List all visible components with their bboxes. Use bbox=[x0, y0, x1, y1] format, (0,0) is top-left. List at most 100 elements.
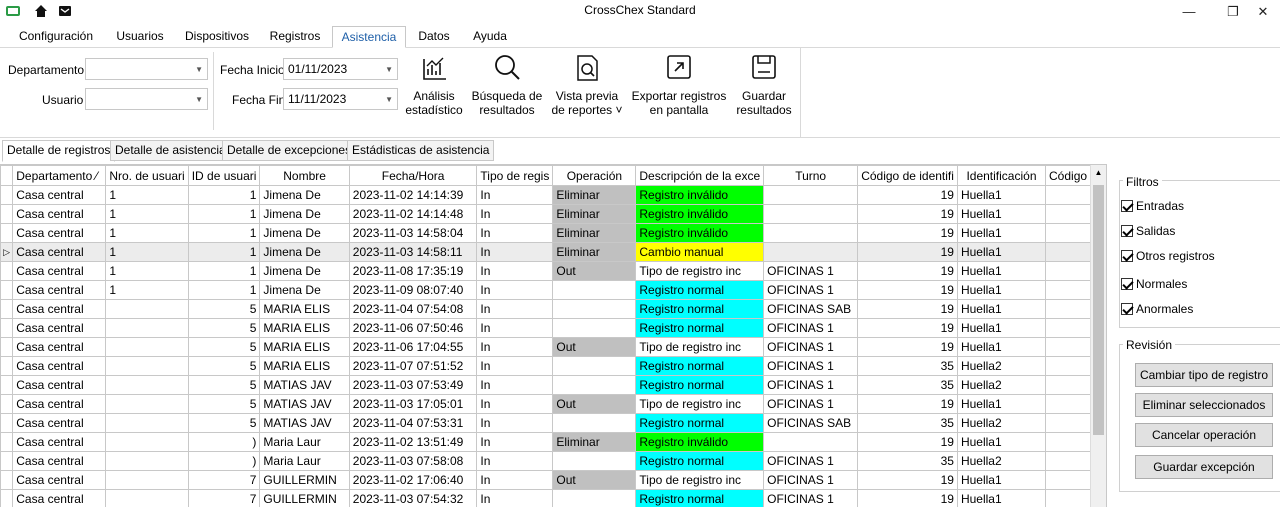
column-header[interactable]: Operación bbox=[552, 165, 637, 186]
export-icon bbox=[667, 55, 691, 79]
checkbox-label: Salidas bbox=[1136, 224, 1176, 238]
table-row[interactable]: Casa central 5 MATIAS JAV 2023-11-04 07:53:… bbox=[0, 413, 1106, 433]
table-cell-nro bbox=[105, 318, 189, 338]
table-cell-fecha: 2023-11-03 07:54:32 bbox=[348, 489, 478, 507]
row-header[interactable] bbox=[0, 318, 14, 338]
checkbox-normales[interactable]: Normales bbox=[1121, 277, 1187, 291]
table-cell-desc: Registro normal bbox=[635, 451, 765, 471]
row-header[interactable] bbox=[0, 299, 14, 319]
tab-asistencia[interactable]: Asistencia bbox=[332, 26, 406, 48]
checkbox-otros-registros[interactable]: Otros registros bbox=[1121, 249, 1215, 263]
scroll-up-icon[interactable]: ▲ bbox=[1091, 165, 1106, 181]
table-cell-op: Out bbox=[552, 394, 637, 414]
column-header[interactable]: Identificación bbox=[956, 165, 1047, 186]
table-row[interactable]: Casa central 5 MATIAS JAV 2023-11-03 17:05:… bbox=[0, 394, 1106, 414]
tab-datos[interactable]: Datos bbox=[412, 26, 456, 48]
guardar-excepcion-button[interactable]: Guardar excepción bbox=[1135, 455, 1273, 479]
row-header[interactable] bbox=[0, 413, 14, 433]
table-cell-id: ) bbox=[187, 451, 261, 471]
table-cell-turno bbox=[763, 185, 859, 205]
row-header[interactable] bbox=[0, 394, 14, 414]
fecha-fin-picker[interactable]: 11/11/2023 ▼ bbox=[283, 88, 398, 110]
row-header[interactable] bbox=[0, 223, 14, 243]
table-row[interactable]: Casa central 1 1 Jimena De 2023-11-03 14:58:… bbox=[0, 223, 1106, 243]
checkbox-anormales[interactable]: Anormales bbox=[1121, 302, 1193, 316]
column-header[interactable]: Nro. de usuari bbox=[105, 165, 189, 186]
tab-detalle-asistencia[interactable]: Detalle de asistencia bbox=[110, 140, 231, 161]
departamento-select[interactable]: ▼ bbox=[85, 58, 208, 80]
table-cell-ident: Huella1 bbox=[956, 394, 1047, 414]
table-row[interactable]: Casa central 5 MATIAS JAV 2023-11-03 07:53:… bbox=[0, 375, 1106, 395]
table-row[interactable]: Casa central 1 1 Jimena De 2023-11-02 14:14:… bbox=[0, 185, 1106, 205]
row-header[interactable]: ▷ bbox=[0, 242, 14, 262]
column-header[interactable]: Código de identifi bbox=[857, 165, 958, 186]
table-row[interactable]: Casa central 5 MARIA ELIS 2023-11-06 07:50:… bbox=[0, 318, 1106, 338]
row-header[interactable] bbox=[0, 451, 14, 471]
table-row[interactable]: Casa central 5 MARIA ELIS 2023-11-06 17:04:… bbox=[0, 337, 1106, 357]
table-cell-ident: Huella1 bbox=[956, 223, 1047, 243]
table-cell-turno: OFICINAS 1 bbox=[763, 261, 859, 281]
table-cell-op: Out bbox=[552, 261, 637, 281]
column-header[interactable]: Descripción de la exce bbox=[635, 165, 765, 186]
row-header[interactable] bbox=[0, 185, 14, 205]
cancelar-operacion-button[interactable]: Cancelar operación bbox=[1135, 423, 1273, 447]
column-header[interactable]: Turno bbox=[763, 165, 859, 186]
analisis-estadistico-button[interactable]: Análisis estadístico bbox=[403, 53, 465, 117]
table-cell-fecha: 2023-11-09 08:07:40 bbox=[348, 280, 478, 300]
row-header[interactable] bbox=[0, 489, 14, 507]
row-header[interactable] bbox=[0, 432, 14, 452]
vertical-scrollbar[interactable]: ▲ bbox=[1090, 165, 1106, 507]
minimize-button[interactable]: — bbox=[1166, 2, 1212, 22]
busqueda-resultados-button[interactable]: Búsqueda de resultados bbox=[470, 53, 544, 117]
guardar-resultados-button[interactable]: Guardar resultados bbox=[734, 53, 794, 117]
tab-detalle-excepciones[interactable]: Detalle de excepciones bbox=[222, 140, 357, 161]
column-header[interactable]: Departamento ⁄ bbox=[12, 165, 107, 186]
table-row[interactable]: Casa central 5 MARIA ELIS 2023-11-04 07:54:… bbox=[0, 299, 1106, 319]
row-header[interactable] bbox=[0, 470, 14, 490]
departamento-label: Departamento bbox=[8, 63, 85, 77]
column-header[interactable]: Fecha/Hora bbox=[348, 165, 478, 186]
table-cell-nombre: MARIA ELIS bbox=[259, 337, 350, 357]
table-row[interactable]: Casa central 7 GUILLERMIN 2023-11-02 17:06:… bbox=[0, 470, 1106, 490]
row-header[interactable] bbox=[0, 280, 14, 300]
row-header[interactable] bbox=[0, 375, 14, 395]
close-button[interactable]: ✕ bbox=[1240, 2, 1280, 22]
checkbox-salidas[interactable]: Salidas bbox=[1121, 224, 1175, 238]
vista-previa-button[interactable]: Vista previa de reportes ˅ bbox=[550, 53, 624, 117]
table-row[interactable]: Casa central) Maria Laur 2023-11-02 13:51:… bbox=[0, 432, 1106, 452]
tab-usuarios[interactable]: Usuarios bbox=[108, 26, 172, 48]
row-header[interactable] bbox=[0, 337, 14, 357]
tab-detalle-registros[interactable]: Detalle de registros bbox=[2, 140, 116, 162]
checkbox-entradas[interactable]: Entradas bbox=[1121, 199, 1184, 213]
table-row[interactable]: Casa central 1 1 Jimena De 2023-11-08 17:35:… bbox=[0, 261, 1106, 281]
usuario-select[interactable]: ▼ bbox=[85, 88, 208, 110]
table-row[interactable]: ▷ Casa central 1 1 Jimena De 2023-11-03 14:58… bbox=[0, 242, 1106, 262]
table-row[interactable]: Casa central 1 1 Jimena De 2023-11-02 14:14:… bbox=[0, 204, 1106, 224]
tab-dispositivos[interactable]: Dispositivos bbox=[178, 26, 256, 48]
main-menu: Configuración Usuarios Dispositivos Regi… bbox=[0, 24, 1280, 48]
tab-registros[interactable]: Registros bbox=[262, 26, 328, 48]
column-header[interactable]: ID de usuari bbox=[187, 165, 261, 186]
row-header[interactable] bbox=[0, 204, 14, 224]
scrollbar-thumb[interactable] bbox=[1093, 185, 1104, 435]
column-header[interactable]: Tipo de regis bbox=[476, 165, 554, 186]
table-cell-fecha: 2023-11-06 07:50:46 bbox=[348, 318, 478, 338]
table-cell-dep: Casa central bbox=[12, 261, 107, 281]
table-cell-fecha: 2023-11-07 07:51:52 bbox=[348, 356, 478, 376]
tab-configuracion[interactable]: Configuración bbox=[8, 26, 104, 48]
column-header[interactable]: Nombre bbox=[259, 165, 350, 186]
button-label-line2: de reportes ˅ bbox=[551, 103, 623, 117]
exportar-registros-button[interactable]: Exportar registros en pantalla bbox=[630, 53, 728, 117]
checkbox-checked-icon bbox=[1121, 278, 1133, 290]
tab-estadisticas-asistencia[interactable]: Estádisticas de asistencia bbox=[347, 140, 495, 161]
table-row[interactable]: Casa central 5 MARIA ELIS 2023-11-07 07:51:… bbox=[0, 356, 1106, 376]
table-row[interactable]: Casa central 7 GUILLERMIN 2023-11-03 07:54:… bbox=[0, 489, 1106, 507]
table-row[interactable]: Casa central) Maria Laur 2023-11-03 07:58:… bbox=[0, 451, 1106, 471]
fecha-inicio-picker[interactable]: 01/11/2023 ▼ bbox=[283, 58, 398, 80]
row-header[interactable] bbox=[0, 261, 14, 281]
cambiar-tipo-registro-button[interactable]: Cambiar tipo de registro bbox=[1135, 363, 1273, 387]
row-header[interactable] bbox=[0, 356, 14, 376]
table-row[interactable]: Casa central 1 1 Jimena De 2023-11-09 08:07:… bbox=[0, 280, 1106, 300]
eliminar-seleccionados-button[interactable]: Eliminar seleccionados bbox=[1135, 393, 1273, 417]
tab-ayuda[interactable]: Ayuda bbox=[464, 26, 516, 48]
